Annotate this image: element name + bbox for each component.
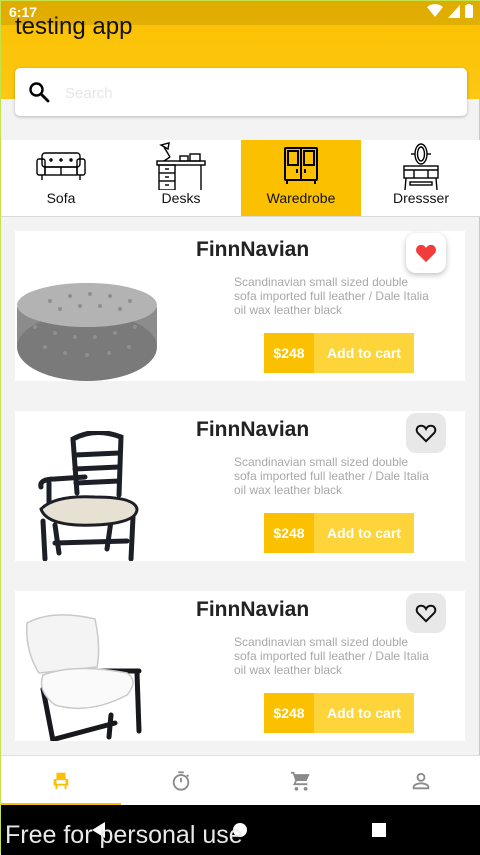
product-image-chair [38,431,139,561]
product-name: FinnNavian [196,238,310,261]
battery-icon [465,4,473,18]
nav-item-furniture[interactable] [1,756,121,806]
wifi-icon [427,4,443,17]
product-price: $248 [264,693,314,733]
search-bar[interactable] [15,68,467,116]
product-price: $248 [264,513,314,553]
category-label: Desks [161,190,201,206]
cart-icon [290,771,310,791]
bottom-navigation [1,755,480,807]
product-description: Scandinavian small sized double sofa imp… [234,275,429,317]
product-description: Scandinavian small sized double sofa imp… [234,455,429,497]
signal-icon [448,5,460,18]
timer-icon [172,771,190,791]
product-card[interactable]: FinnNavian Scandinavian small sized doub… [15,231,465,381]
product-name: FinnNavian [196,598,310,621]
heart-outline-icon [415,604,437,623]
category-label: Sofa [46,190,76,206]
add-to-cart-button[interactable]: Add to cart [314,333,414,373]
heart-filled-icon [416,244,436,263]
app-title: testing app [15,13,133,40]
category-label: Waredrobe [266,190,336,206]
category-tab-sofa[interactable]: Sofa [1,140,121,216]
product-name: FinnNavian [196,418,310,441]
nav-item-timer[interactable] [121,756,241,806]
recents-icon[interactable] [369,820,389,840]
product-image-ottoman [17,283,157,381]
product-description: Scandinavian small sized double sofa imp… [234,635,429,677]
category-label: Dressser [392,190,449,206]
product-price: $248 [264,333,314,373]
heart-outline-icon [415,424,437,443]
chair-icon [53,772,69,790]
add-to-cart-button[interactable]: Add to cart [314,513,414,553]
category-tab-waredrobe[interactable]: Waredrobe [241,140,361,216]
watermark: Free for personal use [5,821,243,849]
dresser-icon [403,143,439,190]
favorite-button[interactable] [406,233,446,273]
product-card[interactable]: FinnNavian Scandinavian small sized doub… [15,411,465,561]
nav-item-cart[interactable] [241,756,361,806]
category-tab-dressser[interactable]: Dressser [361,140,480,216]
favorite-button[interactable] [406,593,446,633]
search-icon [29,82,50,103]
nav-item-profile[interactable] [361,756,480,806]
product-image-armchair [26,614,142,741]
add-to-cart-button[interactable]: Add to cart [314,693,414,733]
person-icon [412,772,430,790]
wardrobe-icon [284,147,318,184]
favorite-button[interactable] [406,413,446,453]
search-input[interactable] [63,78,447,108]
desk-icon [156,142,206,190]
category-tabs: Sofa Desks Waredrobe Dressser [1,140,480,217]
product-card[interactable]: FinnNavian Scandinavian small sized doub… [15,591,465,741]
sofa-icon [36,152,86,180]
category-tab-desks[interactable]: Desks [121,140,241,216]
status-icons [427,4,473,18]
